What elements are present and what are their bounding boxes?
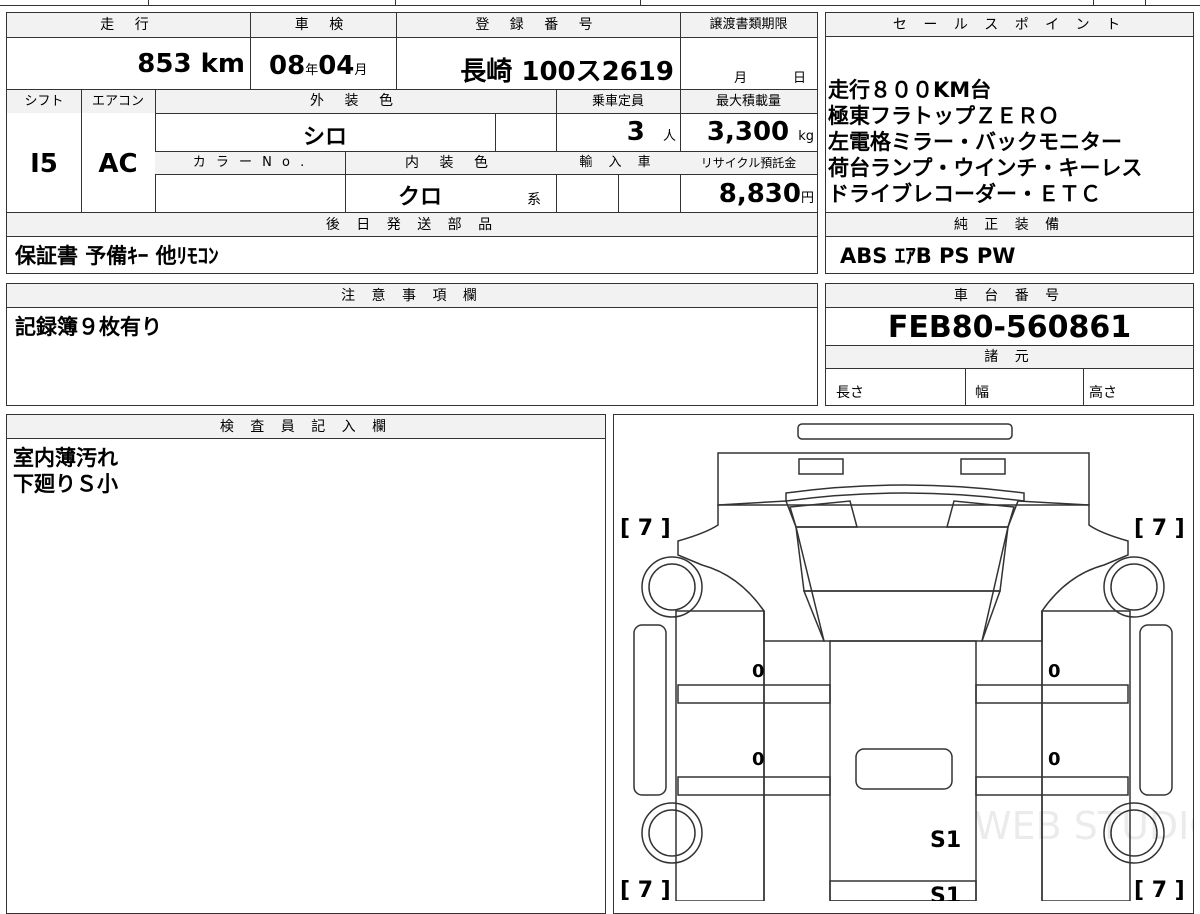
mark-left-front: 0 [752, 661, 765, 682]
sales-points-label: セ ー ル ス ポ イ ン ト [826, 13, 1193, 37]
inspection-label: 車 検 [250, 13, 396, 37]
max-load-label: 最大積載量 [680, 90, 817, 113]
registration-value: 長崎 100ス2619 [460, 57, 674, 87]
aircon-value: AC [98, 149, 138, 179]
tire-rating-front-left: [ 7 ] [620, 516, 671, 541]
spec-length-label: 長さ [836, 385, 864, 401]
notes-label: 注 意 事 項 欄 [7, 284, 817, 308]
notes-section: 注 意 事 項 欄 記録簿９枚有り [6, 283, 818, 406]
aircon-label: エアコン [81, 90, 155, 113]
max-load-value: 3,300 kg [706, 117, 814, 147]
vehicle-condition-diagram: WEB STUDIO PRO [ 7 ] [ 7 ] [ 7 ] [ 7 ] 0… [620, 423, 1193, 901]
genuine-equipment-section: 純 正 装 備 ABS ｴｱB PS PW [825, 212, 1194, 274]
later-parts-section: 後 日 発 送 部 品 保証書 予備ｷｰ 他ﾘﾓｺﾝ [6, 212, 818, 274]
mark-bed: S1 [930, 828, 961, 853]
exterior-color-value: シロ [302, 125, 347, 150]
spec-height-label: 高さ [1089, 385, 1117, 401]
sales-points-line: 左電格ミラー・バックモニター [828, 130, 1122, 154]
tire-rating-rear-left: [ 7 ] [620, 878, 671, 901]
registration-label: 登 録 番 号 [396, 13, 680, 37]
vehicle-diagram-section: WEB STUDIO PRO [ 7 ] [ 7 ] [ 7 ] [ 7 ] 0… [613, 414, 1194, 914]
mark-left-rear: 0 [752, 749, 765, 770]
mileage-label: 走 行 [7, 13, 250, 37]
notes-value: 記録簿９枚有り [15, 315, 162, 339]
inspector-section: 検 査 員 記 入 欄 室内薄汚れ 下廻りＳ小 [6, 414, 606, 914]
genuine-equipment-value: ABS ｴｱB PS PW [840, 244, 1016, 268]
interior-color-value: クロ [397, 185, 442, 210]
sales-points-line: ドライブレコーダー・ＥＴＣ [828, 182, 1101, 206]
specs-label: 諸 元 [826, 346, 1193, 369]
capacity-label: 乗車定員 [556, 90, 680, 113]
interior-color-label: 内 装 色 [345, 152, 556, 174]
shift-value: I5 [30, 149, 58, 179]
chassis-label: 車 台 番 号 [826, 284, 1193, 308]
inspector-label: 検 査 員 記 入 欄 [7, 415, 605, 439]
mark-bed: S1 [930, 884, 961, 901]
mark-right-front: 0 [1048, 661, 1061, 682]
mileage-value: 853 km [137, 49, 245, 79]
tire-rating-rear-right: [ 7 ] [1134, 878, 1185, 901]
inspection-value: 08年04月 [269, 51, 368, 81]
interior-color-unit: 系 [527, 192, 541, 208]
later-parts-label: 後 日 発 送 部 品 [7, 213, 817, 237]
mark-right-rear: 0 [1048, 749, 1061, 770]
watermark-text: WEB STUDIO PRO [974, 804, 1193, 848]
recycle-fee-value: 8,830円 [718, 179, 814, 209]
top-strip [0, 0, 1200, 6]
recycle-fee-label: リサイクル預託金 [680, 152, 817, 174]
sales-points-section: セ ー ル ス ポ イ ン ト 走行８００KM台 極東フラトップＺＥＲＯ 左電格… [825, 12, 1194, 213]
chassis-number: FEB80-560861 [887, 310, 1132, 345]
later-parts-value: 保証書 予備ｷｰ 他ﾘﾓｺﾝ [15, 244, 219, 268]
inspector-line: 下廻りＳ小 [13, 472, 118, 496]
genuine-equipment-label: 純 正 装 備 [826, 213, 1193, 237]
inspector-line: 室内薄汚れ [13, 446, 118, 470]
transfer-deadline-label: 譲渡書類期限 [680, 13, 817, 37]
capacity-value: 3 人 [626, 117, 676, 147]
color-no-label: カ ラ ー N o . [155, 152, 345, 174]
import-label: 輸 入 車 [556, 152, 680, 174]
sales-points-line: 走行８００KM台 [828, 78, 992, 102]
exterior-color-label: 外 装 色 [155, 90, 556, 113]
shift-label: シフト [7, 90, 81, 113]
tire-rating-front-right: [ 7 ] [1134, 516, 1185, 541]
chassis-section: 車 台 番 号 FEB80-560861 諸 元 長さ 幅 高さ [825, 283, 1194, 406]
sales-points-line: 荷台ランプ・ウインチ・キーレス [828, 156, 1143, 180]
vehicle-info-table: 走 行 車 検 登 録 番 号 譲渡書類期限 853 km 08年04月 長崎 … [6, 12, 818, 214]
spec-width-label: 幅 [975, 385, 989, 401]
sales-points-line: 極東フラトップＺＥＲＯ [828, 104, 1059, 128]
